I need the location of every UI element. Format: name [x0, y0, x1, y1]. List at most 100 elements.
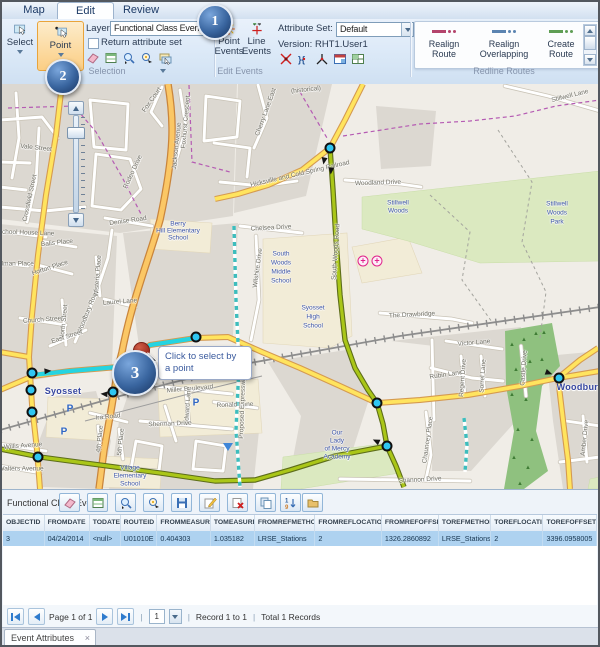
pan-to-record-button[interactable] — [143, 493, 164, 512]
tree-icon: ▲ — [509, 392, 515, 398]
chevron-down-icon[interactable] — [160, 69, 166, 73]
last-page-button[interactable] — [117, 608, 134, 625]
event-window-icon[interactable] — [333, 52, 347, 66]
close-icon[interactable]: × — [85, 630, 90, 646]
line-events-button[interactable]: Line Events — [243, 22, 270, 57]
tooltip-text-line1: Click to select by — [165, 351, 245, 363]
tab-review[interactable]: Review — [115, 2, 167, 19]
merge-event-icon[interactable]: }{ — [297, 52, 311, 66]
next-page-button[interactable] — [96, 608, 113, 625]
copy-record-button[interactable] — [255, 493, 276, 512]
prev-page-button[interactable] — [28, 608, 45, 625]
event-point-icon[interactable] — [26, 385, 37, 396]
map-view[interactable]: Fox CourtFoxhurst CrescentCherry Lane Ea… — [0, 84, 600, 489]
edit-record-button[interactable] — [199, 493, 220, 512]
chevron-down-icon[interactable] — [58, 53, 64, 57]
grid-col-frommeasure[interactable]: FROMMEASURE — [157, 515, 210, 531]
event-point-icon[interactable] — [27, 368, 38, 379]
grid-col-torefmethod[interactable]: TOREFMETHOD — [439, 515, 491, 531]
layer-label: Layer: — [86, 23, 112, 34]
clear-selection-icon[interactable] — [86, 51, 100, 65]
attribute-set-dropdown[interactable]: Default — [336, 22, 414, 37]
pan-to-selection-icon[interactable] — [140, 51, 154, 65]
event-point-icon[interactable] — [33, 452, 44, 463]
grid-cell[interactable]: 04/24/2014 — [45, 531, 90, 546]
attribute-table-icon[interactable] — [104, 51, 118, 65]
create-route-button[interactable]: CreateRoute — [539, 25, 583, 59]
event-point-icon[interactable] — [325, 143, 336, 154]
grid-cell[interactable]: 3 — [3, 531, 45, 546]
split-event-icon[interactable] — [279, 52, 293, 66]
grid-cell[interactable]: 1326.2860892 — [382, 531, 439, 546]
save-button[interactable] — [171, 493, 192, 512]
grid-cell[interactable]: U01010E — [121, 531, 158, 546]
grid-col-objectid[interactable]: OBJECTID — [3, 515, 45, 531]
map-label: Balis Place — [41, 238, 74, 248]
grid-cell[interactable]: 2 — [315, 531, 382, 546]
page-number-dropdown[interactable] — [169, 609, 182, 624]
select-tool-icon — [13, 22, 27, 36]
map-label: Chelsea Drive — [250, 223, 291, 232]
grid-cell[interactable]: LRSE_Stations — [255, 531, 316, 546]
scroll-up-icon[interactable] — [584, 25, 596, 36]
scroll-down-icon[interactable] — [584, 54, 596, 65]
grid-col-fromreflocation[interactable]: FROMREFLOCATION — [315, 515, 382, 531]
event-point-icon[interactable] — [554, 373, 565, 384]
grid-col-toreflocation[interactable]: TOREFLOCATION — [491, 515, 543, 531]
grid-col-fromrefoffset[interactable]: FROMREFOFFSET — [382, 515, 439, 531]
map-label: Wilshire Drive — [252, 248, 265, 289]
tab-edit[interactable]: Edit — [57, 2, 114, 20]
redline-overlap-icon — [492, 30, 506, 33]
event-point-icon[interactable] — [27, 407, 38, 418]
zoom-out-button[interactable] — [68, 213, 84, 227]
attribute-set-value: Default — [340, 24, 367, 34]
return-attribute-set-checkbox[interactable] — [88, 38, 99, 49]
event-point-icon[interactable] — [191, 332, 202, 343]
attribute-set-label: Attribute Set: — [278, 23, 333, 34]
scrollbar-thumb[interactable] — [584, 36, 596, 50]
open-attribute-set-button[interactable] — [302, 493, 323, 512]
grid-cell[interactable]: LRSE_Stations — [439, 531, 491, 546]
grid-cell[interactable]: 1.035182 — [211, 531, 255, 546]
select-by-layer-icon[interactable] — [158, 51, 172, 65]
attribute-set-button[interactable] — [87, 493, 108, 512]
first-page-button[interactable] — [7, 608, 24, 625]
sort-records-button[interactable]: 19 — [280, 493, 301, 512]
realign-route-button[interactable]: RealignRoute — [419, 25, 469, 59]
realign-overlapping-button[interactable]: RealignOverlapping — [473, 25, 535, 59]
select-button[interactable]: Select — [5, 22, 35, 54]
tab-map[interactable]: Map — [14, 2, 54, 19]
event-point-icon[interactable] — [372, 398, 383, 409]
delete-record-button[interactable] — [227, 493, 248, 512]
grid-col-fromrefmethod[interactable]: FROMREFMETHOD — [255, 515, 316, 531]
grid-body[interactable] — [3, 546, 597, 606]
grid-col-torefoffset[interactable]: TOREFOFFSET — [543, 515, 596, 531]
event-grid-icon[interactable] — [351, 52, 365, 66]
map-label: Hillman Place — [0, 261, 34, 268]
grid-col-fromdate[interactable]: FROMDATE — [45, 515, 90, 531]
tooltip-text-line2: a point — [165, 363, 245, 375]
grid-cell[interactable]: 3396.0958005 — [543, 531, 596, 546]
event-point-icon[interactable] — [382, 441, 393, 452]
redline-scrollbar[interactable] — [583, 24, 597, 66]
clear-selection-button[interactable] — [59, 493, 80, 512]
grid-col-tomeasure[interactable]: TOMEASURE — [211, 515, 255, 531]
chevron-down-icon[interactable] — [17, 50, 23, 54]
grid-cell[interactable]: 2 — [491, 531, 543, 546]
tab-event-attributes[interactable]: Event Attributes × — [4, 629, 96, 646]
zoom-to-selection-icon[interactable] — [122, 51, 136, 65]
grid-col-todate[interactable]: TODATE — [90, 515, 121, 531]
record-range-label: Record 1 to 1 — [196, 612, 247, 622]
direction-arrow-icon — [320, 157, 327, 165]
snap-event-icon[interactable] — [315, 52, 329, 66]
tree-icon: ▲ — [517, 481, 523, 487]
zoom-slider-handle[interactable] — [67, 127, 85, 139]
page-number-input[interactable]: 1 — [149, 609, 165, 624]
grid-cell[interactable]: 0.404303 — [157, 531, 210, 546]
zoom-to-record-button[interactable] — [115, 493, 136, 512]
event-editor-window: Map Edit Review Select Point Layer: Func… — [0, 0, 600, 647]
grid-cell[interactable]: <null> — [90, 531, 121, 546]
zoom-in-button[interactable] — [68, 101, 84, 115]
grid-selected-row[interactable]: 304/24/2014<null>U01010E0.4043031.035182… — [3, 531, 597, 546]
grid-col-routeid[interactable]: ROUTEID — [121, 515, 158, 531]
